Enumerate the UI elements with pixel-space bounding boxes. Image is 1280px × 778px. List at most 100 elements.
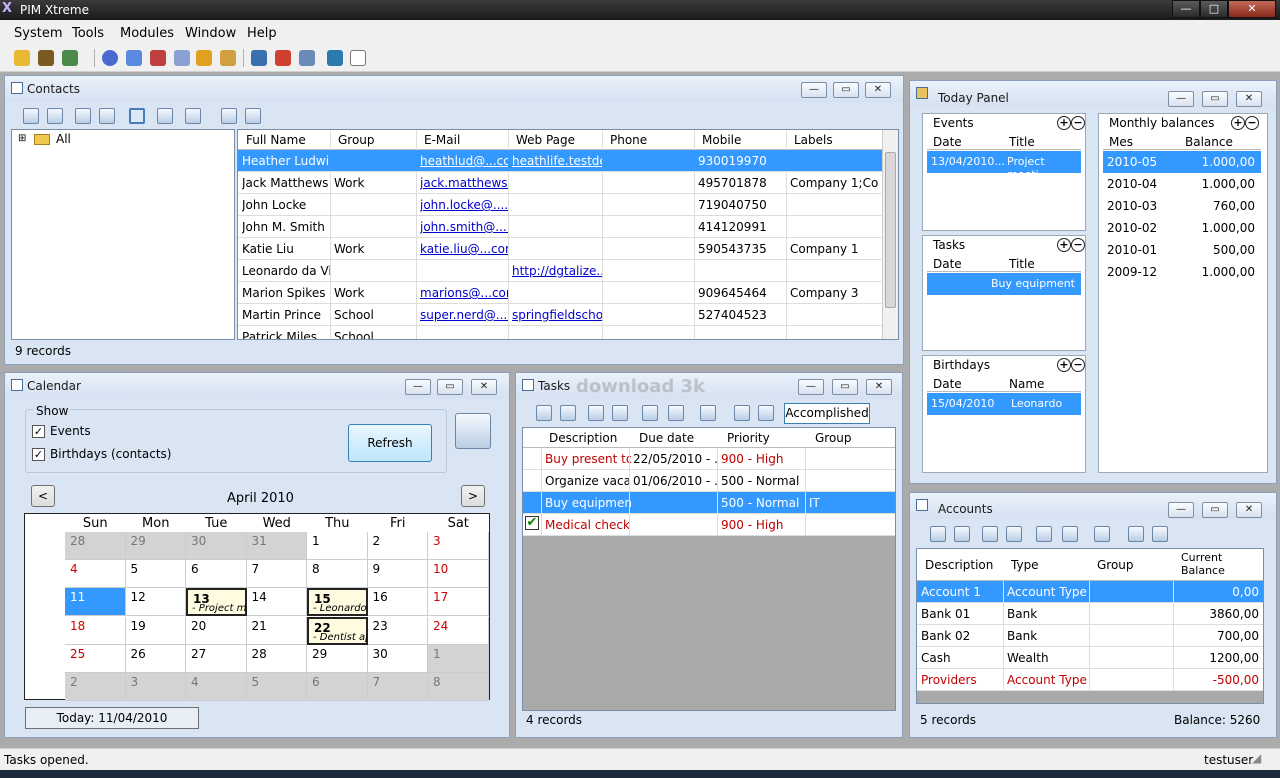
day-cell[interactable]: 2 xyxy=(65,673,126,701)
tag-icon[interactable] xyxy=(174,50,190,66)
col-description[interactable]: Description xyxy=(549,431,617,445)
table-row[interactable]: Katie Liu Work katie.liu@...com 590543735 Co… xyxy=(238,238,882,260)
window-icon[interactable] xyxy=(758,405,774,421)
day-cell[interactable]: 23 xyxy=(367,616,428,645)
day-cell[interactable]: 1 xyxy=(307,532,368,560)
close-button[interactable]: ✕ xyxy=(1228,0,1276,18)
contact-cell[interactable]: heathlud@...com xyxy=(420,154,508,168)
col-acc-description[interactable]: Description xyxy=(925,558,993,572)
accomplished-toggle[interactable]: Accomplished xyxy=(784,403,870,424)
balance-row[interactable]: 2010-03 760,00 xyxy=(1103,195,1261,217)
contacts-minimize-button[interactable]: — xyxy=(801,82,827,98)
import-icon[interactable] xyxy=(700,405,716,421)
tree-item-all[interactable]: All xyxy=(56,132,71,146)
balance-row[interactable]: 2009-12 1.000,00 xyxy=(1103,261,1261,283)
menu-system[interactable]: System xyxy=(14,26,62,41)
birthdays-checkbox[interactable]: ✓ xyxy=(32,448,45,461)
day-cell[interactable]: 29 xyxy=(125,532,186,560)
today-label[interactable]: Today: 11/04/2010 xyxy=(25,707,199,729)
col-acc-type[interactable]: Type xyxy=(1011,558,1039,572)
search-icon[interactable] xyxy=(1006,526,1022,542)
today-restore-button[interactable]: ▭ xyxy=(1202,91,1228,107)
import-icon[interactable] xyxy=(1094,526,1110,542)
contacts-restore-button[interactable]: ▭ xyxy=(833,82,859,98)
col-phone[interactable]: Phone xyxy=(610,133,647,147)
accounts-restore-button[interactable]: ▭ xyxy=(1202,502,1228,518)
col-acc-group[interactable]: Group xyxy=(1097,558,1134,572)
table-row[interactable]: Bank 02 Bank 700,00 xyxy=(917,625,1263,647)
col-due-date[interactable]: Due date xyxy=(639,431,694,445)
delete-account-icon[interactable] xyxy=(954,526,970,542)
day-cell[interactable]: 1 xyxy=(428,644,489,673)
col-email[interactable]: E-Mail xyxy=(424,133,460,147)
tasks-close-button[interactable]: ✕ xyxy=(866,379,892,395)
day-cell[interactable]: 21 xyxy=(246,616,307,645)
events-row[interactable]: 13/04/2010... Project meeti... xyxy=(927,151,1081,181)
contacts-close-button[interactable]: ✕ xyxy=(865,82,891,98)
layout-icon[interactable] xyxy=(129,108,145,124)
day-cell[interactable]: 6 xyxy=(186,560,247,589)
contact-cell[interactable]: marions@...com xyxy=(420,286,508,300)
day-cell[interactable]: 27 xyxy=(186,644,247,673)
day-cell[interactable]: 30 xyxy=(186,532,247,560)
col-full-name[interactable]: Full Name xyxy=(246,133,306,147)
table-row[interactable]: Marion Spikes Work marions@...com 909645464… xyxy=(238,282,882,304)
calendar-event[interactable]: - Leonardo xyxy=(313,603,367,614)
col-priority[interactable]: Priority xyxy=(727,431,770,445)
table-row[interactable]: Cash Wealth 1200,00 xyxy=(917,647,1263,669)
new-task-icon[interactable] xyxy=(536,405,552,421)
tasks-restore-button[interactable]: ▭ xyxy=(832,379,858,395)
col-group[interactable]: Group xyxy=(338,133,375,147)
new-account-icon[interactable] xyxy=(930,526,946,542)
calendar-tool-icon[interactable] xyxy=(38,50,54,66)
col-labels[interactable]: Labels xyxy=(794,133,833,147)
contact-cell[interactable]: john.smith@....c xyxy=(420,220,508,234)
book-icon[interactable] xyxy=(327,50,343,66)
add-event-icon[interactable]: + xyxy=(1057,116,1071,130)
remove-event-icon[interactable]: − xyxy=(1071,116,1085,130)
today-close-button[interactable]: ✕ xyxy=(1236,91,1262,107)
contact-cell[interactable]: jack.matthews... xyxy=(420,176,508,190)
contact-cell[interactable]: springfieldscho... xyxy=(512,308,602,322)
col-current-balance[interactable]: Current Balance xyxy=(1181,551,1251,577)
day-cell[interactable]: 10 xyxy=(428,560,489,589)
export-icon[interactable] xyxy=(668,405,684,421)
refresh-icon[interactable] xyxy=(588,405,604,421)
col-web-page[interactable]: Web Page xyxy=(516,133,575,147)
table-row[interactable]: Organize vaca...01/06/2010 - ...500 - No… xyxy=(523,470,895,492)
day-cell[interactable]: 13- Project me xyxy=(186,588,247,617)
table-row[interactable]: Patrick Miles School xyxy=(238,326,882,339)
balance-row[interactable]: 2010-05 1.000,00 xyxy=(1103,151,1261,173)
settings-icon[interactable] xyxy=(102,50,118,66)
import-icon[interactable] xyxy=(185,108,201,124)
document-icon[interactable] xyxy=(350,50,366,66)
table-row[interactable]: Martin Prince School super.nerd@...... spri… xyxy=(238,304,882,326)
refresh-button[interactable]: Refresh xyxy=(348,424,432,462)
completed-check-icon[interactable]: ✔ xyxy=(525,516,539,530)
broom-icon[interactable] xyxy=(196,50,212,66)
windows-icon[interactable] xyxy=(455,413,491,449)
day-cell[interactable]: 22- Dentist ap xyxy=(307,616,368,645)
minimize-button[interactable]: — xyxy=(1172,0,1200,18)
refresh-icon[interactable] xyxy=(982,526,998,542)
search-icon[interactable] xyxy=(99,108,115,124)
col-task-group[interactable]: Group xyxy=(815,431,852,445)
add-balance-icon[interactable]: + xyxy=(1231,116,1245,130)
table-row[interactable]: Leonardo da Vi... http://dgtalize.... xyxy=(238,260,882,282)
contact-cell[interactable]: http://dgtalize.... xyxy=(512,264,602,278)
lock-icon[interactable] xyxy=(220,50,236,66)
add-task-icon[interactable]: + xyxy=(1057,238,1071,252)
day-cell[interactable]: 28 xyxy=(246,644,307,673)
contact-cell[interactable]: john.locke@..... xyxy=(420,198,508,212)
col-mobile[interactable]: Mobile xyxy=(702,133,741,147)
day-cell[interactable]: 18 xyxy=(65,616,126,645)
expand-icon[interactable]: ⊞ xyxy=(18,133,26,144)
mail-icon[interactable] xyxy=(150,50,166,66)
chart-icon[interactable] xyxy=(62,50,78,66)
day-cell[interactable]: 14 xyxy=(246,588,307,617)
day-cell[interactable]: 7 xyxy=(367,673,428,701)
remove-birthday-icon[interactable]: − xyxy=(1071,358,1085,372)
filter-icon[interactable] xyxy=(734,405,750,421)
day-cell[interactable]: 9 xyxy=(367,560,428,589)
day-cell[interactable]: 5 xyxy=(125,560,186,589)
